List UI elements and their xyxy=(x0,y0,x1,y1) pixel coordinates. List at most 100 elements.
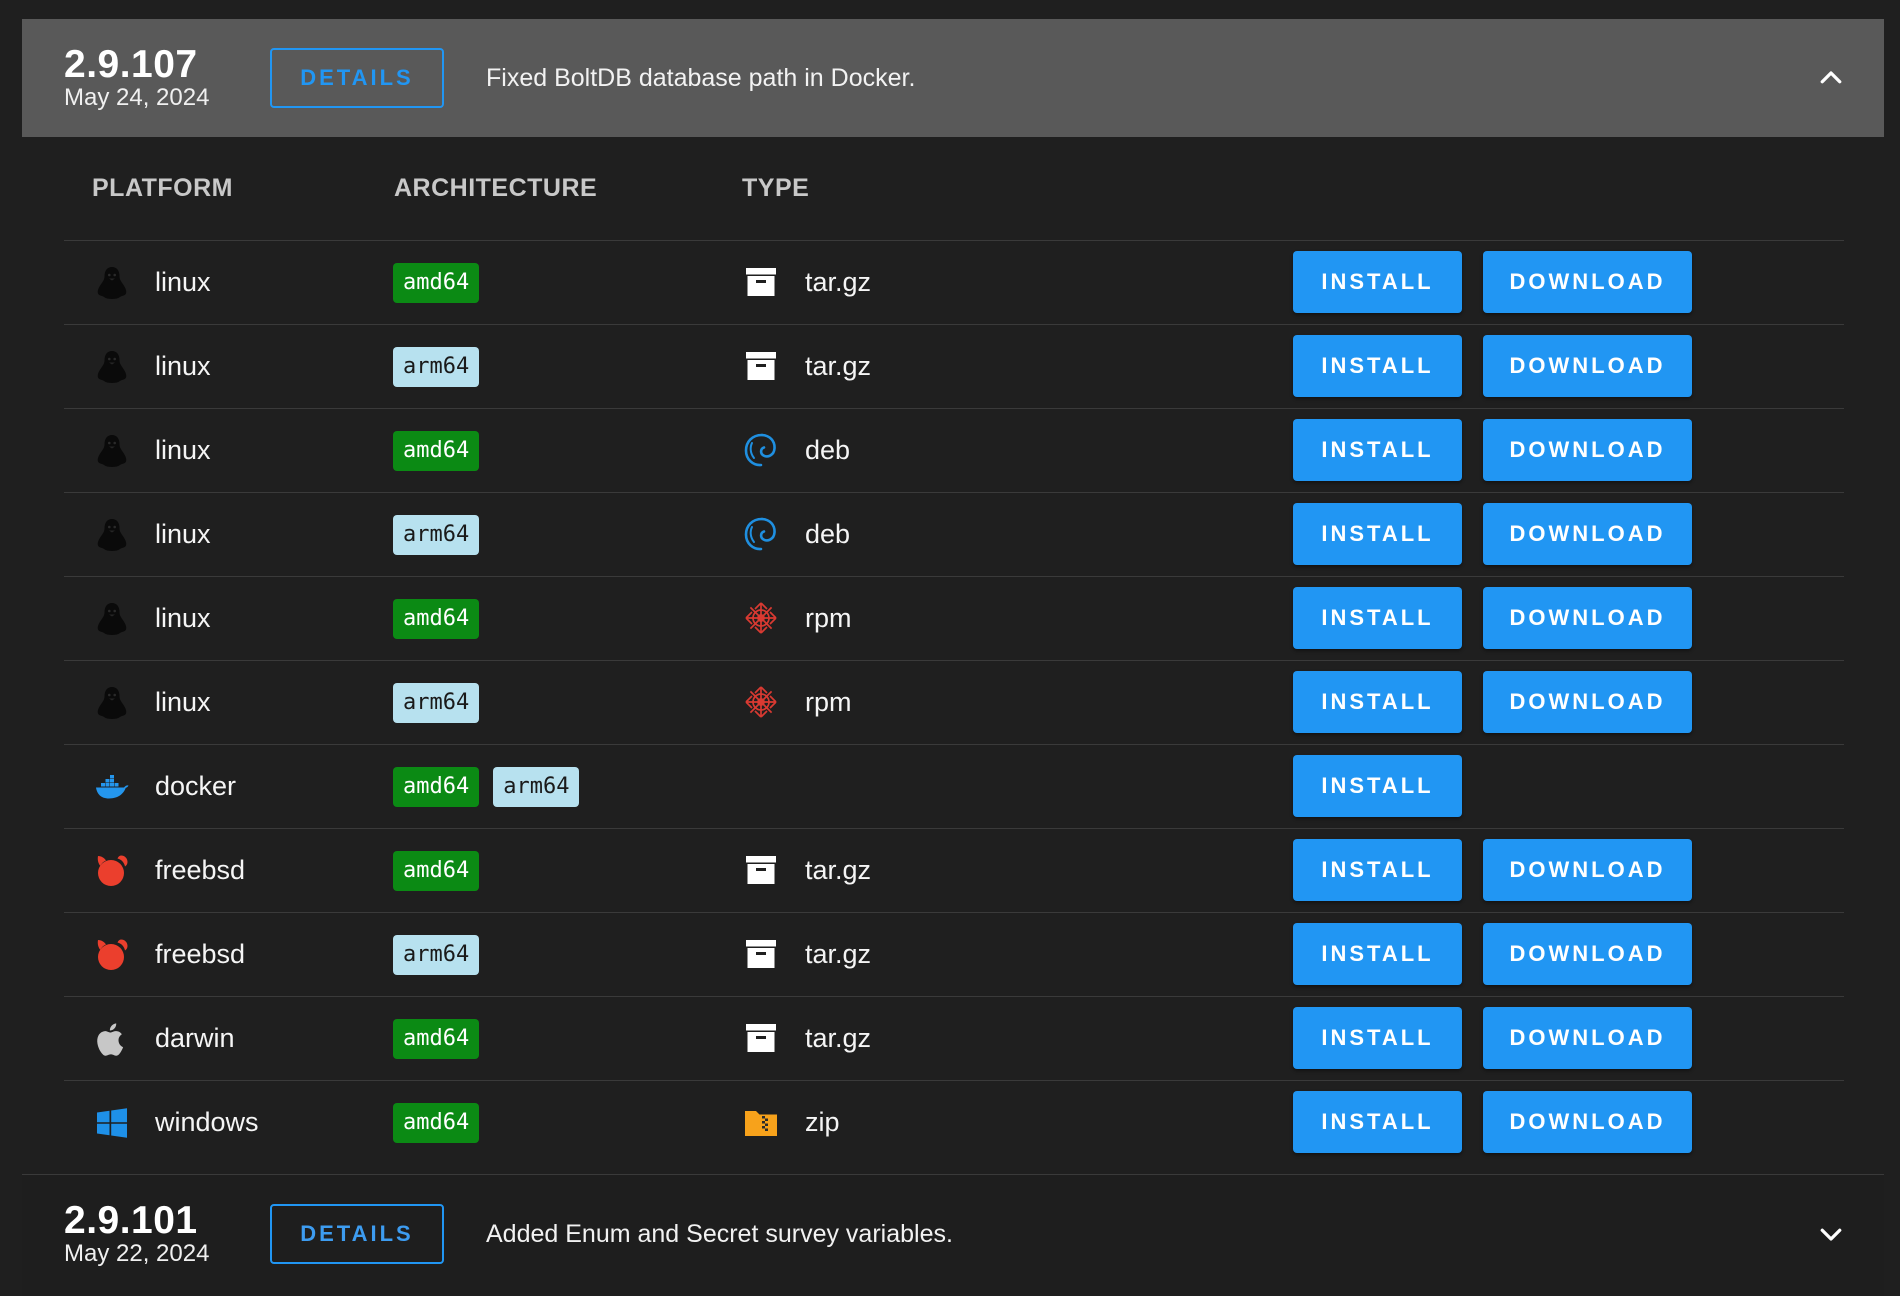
release-header[interactable]: 2.9.107 May 24, 2024 DETAILS Fixed BoltD… xyxy=(22,19,1884,137)
release-version: 2.9.101 xyxy=(64,1199,198,1242)
chevron-down-icon[interactable] xyxy=(1816,1219,1846,1249)
install-button[interactable]: INSTALL xyxy=(1293,671,1462,733)
download-button[interactable]: DOWNLOAD xyxy=(1483,1007,1692,1069)
platform-name: docker xyxy=(155,771,237,801)
architecture-cell: arm64 xyxy=(393,493,480,576)
package-type: rpm xyxy=(805,687,852,717)
linux-tux-icon xyxy=(94,685,130,721)
platform-name: linux xyxy=(155,435,211,465)
architecture-chip-amd64: amd64 xyxy=(393,1102,480,1143)
platform-name: linux xyxy=(155,687,211,717)
table-row: darwin amd64 tar.gz INSTALL DOWNLOAD xyxy=(64,997,1844,1081)
platform-name: linux xyxy=(155,519,211,549)
architecture-cell: arm64 xyxy=(393,661,480,744)
platform-name: freebsd xyxy=(155,855,246,885)
architecture-cell: amd64 xyxy=(393,577,480,660)
linux-tux-icon xyxy=(94,349,130,385)
install-button[interactable]: INSTALL xyxy=(1293,335,1462,397)
architecture-chip-amd64: amd64 xyxy=(393,598,480,639)
download-button[interactable]: DOWNLOAD xyxy=(1483,671,1692,733)
download-button[interactable]: DOWNLOAD xyxy=(1483,839,1692,901)
docker-whale-icon xyxy=(94,769,130,805)
debian-swirl-icon xyxy=(742,515,780,553)
download-button[interactable]: DOWNLOAD xyxy=(1483,503,1692,565)
architecture-chip-amd64: amd64 xyxy=(393,1018,480,1059)
table-header: PLATFORM ARCHITECTURE TYPE xyxy=(64,137,1844,241)
architecture-chip-amd64: amd64 xyxy=(393,262,480,303)
linux-tux-icon xyxy=(94,265,130,301)
architecture-cell: amd64 xyxy=(393,1081,480,1164)
install-button[interactable]: INSTALL xyxy=(1293,251,1462,313)
package-type: tar.gz xyxy=(805,939,872,969)
archive-box-icon xyxy=(742,263,780,301)
download-button[interactable]: DOWNLOAD xyxy=(1483,335,1692,397)
architecture-chip-arm64: arm64 xyxy=(393,514,480,555)
release-date: May 24, 2024 xyxy=(64,84,210,111)
download-button[interactable]: DOWNLOAD xyxy=(1483,923,1692,985)
install-button[interactable]: INSTALL xyxy=(1293,1007,1462,1069)
platform-name: freebsd xyxy=(155,939,246,969)
table-row: windows amd64 zip INSTALL DOWNLOAD xyxy=(64,1081,1844,1164)
archive-box-icon xyxy=(742,347,780,385)
architecture-chip-arm64: arm64 xyxy=(393,934,480,975)
platform-name: windows xyxy=(155,1107,259,1137)
download-button[interactable]: DOWNLOAD xyxy=(1483,419,1692,481)
release-assets-table: PLATFORM ARCHITECTURE TYPE linux amd64 tar… xyxy=(64,137,1844,1164)
archive-box-icon xyxy=(742,935,780,973)
install-button[interactable]: INSTALL xyxy=(1293,923,1462,985)
linux-tux-icon xyxy=(94,517,130,553)
debian-swirl-icon xyxy=(742,431,780,469)
download-button[interactable]: DOWNLOAD xyxy=(1483,251,1692,313)
release-summary: Fixed BoltDB database path in Docker. xyxy=(486,63,916,92)
architecture-cell: amd64 xyxy=(393,241,480,324)
table-row: linux amd64 deb INSTALL DOWNLOAD xyxy=(64,409,1844,493)
details-button[interactable]: DETAILS xyxy=(270,48,444,108)
platform-name: linux xyxy=(155,351,211,381)
release-date: May 22, 2024 xyxy=(64,1240,210,1267)
table-row: freebsd amd64 tar.gz INSTALL DOWNLOAD xyxy=(64,829,1844,913)
install-button[interactable]: INSTALL xyxy=(1293,503,1462,565)
install-button[interactable]: INSTALL xyxy=(1293,587,1462,649)
install-button[interactable]: INSTALL xyxy=(1293,1091,1462,1153)
install-button[interactable]: INSTALL xyxy=(1293,755,1462,817)
architecture-chip-arm64: arm64 xyxy=(393,682,480,723)
download-button[interactable]: DOWNLOAD xyxy=(1483,1091,1692,1153)
table-row: linux amd64 rpm INSTALL DOWNLOAD xyxy=(64,577,1844,661)
chevron-up-icon[interactable] xyxy=(1816,63,1846,93)
column-header-architecture: ARCHITECTURE xyxy=(394,174,598,202)
table-body: linux amd64 tar.gz INSTALL DOWNLOAD linux arm6… xyxy=(64,241,1844,1164)
table-row: freebsd arm64 tar.gz INSTALL DOWNLOAD xyxy=(64,913,1844,997)
archive-box-icon xyxy=(742,851,780,889)
version-block: 2.9.107 May 24, 2024 xyxy=(64,45,270,111)
details-button[interactable]: DETAILS xyxy=(270,1204,444,1264)
architecture-chip-amd64: amd64 xyxy=(393,850,480,891)
architecture-chip-arm64: arm64 xyxy=(493,766,580,807)
zip-folder-icon xyxy=(742,1103,780,1141)
release-panel-2-9-101: 2.9.101 May 22, 2024 DETAILS Added Enum … xyxy=(22,1174,1884,1296)
release-header[interactable]: 2.9.101 May 22, 2024 DETAILS Added Enum … xyxy=(22,1175,1884,1293)
version-block: 2.9.101 May 22, 2024 xyxy=(64,1201,270,1267)
package-type: tar.gz xyxy=(805,351,872,381)
table-row: linux arm64 rpm INSTALL DOWNLOAD xyxy=(64,661,1844,745)
column-header-type: TYPE xyxy=(742,174,810,202)
package-type: zip xyxy=(805,1107,840,1137)
package-type: tar.gz xyxy=(805,1023,872,1053)
install-button[interactable]: INSTALL xyxy=(1293,839,1462,901)
platform-name: linux xyxy=(155,267,211,297)
rpm-package-icon xyxy=(742,599,780,637)
architecture-cell: arm64 xyxy=(393,913,480,996)
install-button[interactable]: INSTALL xyxy=(1293,419,1462,481)
architecture-chip-arm64: arm64 xyxy=(393,346,480,387)
platform-name: linux xyxy=(155,603,211,633)
download-button[interactable]: DOWNLOAD xyxy=(1483,587,1692,649)
windows-logo-icon xyxy=(94,1105,130,1141)
architecture-cell: arm64 xyxy=(393,325,480,408)
architecture-cell: amd64 xyxy=(393,997,480,1080)
linux-tux-icon xyxy=(94,433,130,469)
apple-icon xyxy=(94,1021,130,1057)
table-row: docker amd64 arm64 INSTALL xyxy=(64,745,1844,829)
package-type: deb xyxy=(805,435,851,465)
column-header-platform: PLATFORM xyxy=(92,174,234,202)
freebsd-daemon-icon xyxy=(94,853,130,889)
architecture-cell: amd64 xyxy=(393,829,480,912)
